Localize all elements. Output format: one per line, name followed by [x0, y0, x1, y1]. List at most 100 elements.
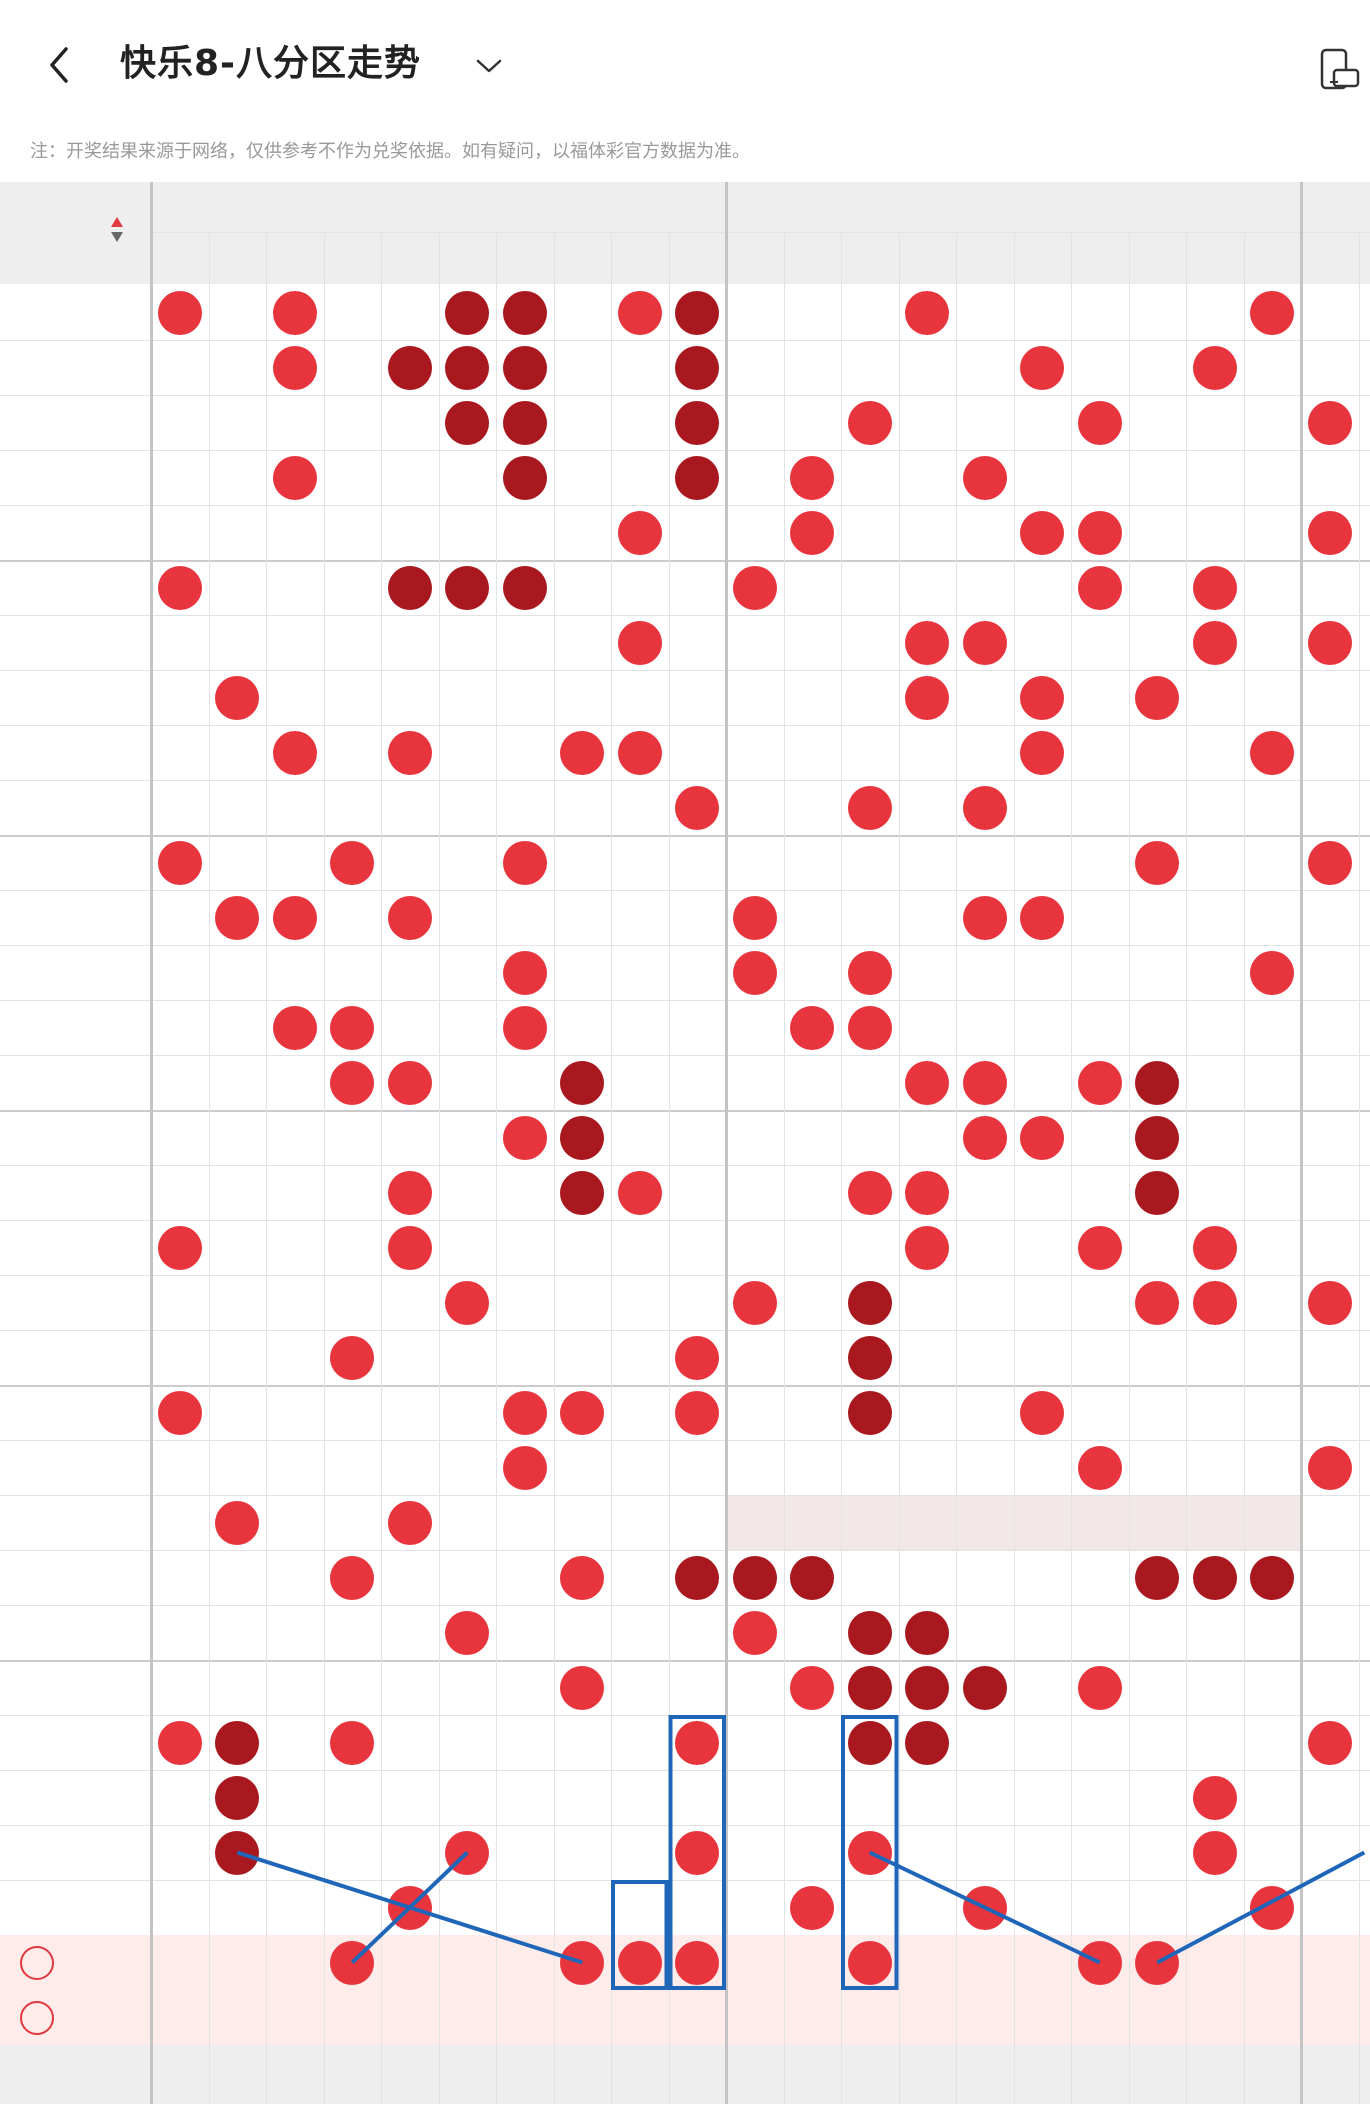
select-radio[interactable] [20, 2000, 54, 2035]
omission-count [899, 1880, 957, 1935]
omission-count [1129, 1605, 1187, 1660]
omission-count [324, 1275, 382, 1330]
omission-count [1129, 285, 1187, 340]
omission-count [439, 1495, 497, 1550]
omission-count [669, 1770, 727, 1825]
sort-icon[interactable] [110, 215, 124, 245]
drawn-ball [157, 840, 202, 885]
omission-count [1014, 1770, 1072, 1825]
omission-count [784, 340, 842, 395]
omission-count [841, 725, 899, 780]
omission-count [956, 725, 1014, 780]
omission-count [784, 1495, 842, 1550]
omission-count [1244, 780, 1302, 835]
omission-count [956, 1770, 1014, 1825]
drawn-ball [675, 455, 720, 500]
omission-count [784, 1330, 842, 1385]
omission-count [1244, 395, 1302, 450]
issue-number [0, 340, 118, 395]
issue-number [0, 890, 118, 945]
omission-count [266, 1880, 324, 1935]
omission-count [669, 1660, 727, 1715]
omission-count [1301, 1495, 1359, 1550]
selected-ball[interactable] [1135, 1940, 1180, 1985]
omission-count [151, 450, 209, 505]
omission-count [1129, 450, 1187, 505]
omission-count [439, 1660, 497, 1715]
omission-count [611, 340, 669, 395]
chevron-down-icon[interactable] [474, 54, 504, 78]
drawn-ball [157, 1225, 202, 1270]
omission-count [1014, 1605, 1072, 1660]
omission-count [899, 1825, 957, 1880]
omission-count [784, 670, 842, 725]
drawn-ball [1307, 510, 1352, 555]
selected-ball[interactable] [847, 1940, 892, 1985]
drawn-ball [330, 1335, 375, 1380]
chevron-left-icon[interactable] [40, 45, 80, 85]
drawn-ball [1192, 620, 1237, 665]
omission-count [496, 1715, 554, 1770]
omission-count [324, 505, 382, 560]
selected-ball[interactable] [617, 1940, 662, 1985]
omission-count [151, 1330, 209, 1385]
page-title[interactable]: 快乐8-八分区走势 [120, 40, 421, 88]
drawn-ball [1020, 895, 1065, 940]
omission-count [496, 1550, 554, 1605]
omission-count [611, 945, 669, 1000]
drawn-ball [330, 1005, 375, 1050]
omission-count [1244, 1385, 1302, 1440]
drawn-ball [502, 400, 547, 445]
omission-count [956, 945, 1014, 1000]
selected-ball[interactable] [560, 1940, 605, 1985]
omission-count [1071, 615, 1129, 670]
omission-count [554, 395, 612, 450]
omission-count [496, 1605, 554, 1660]
omission-count [611, 1440, 669, 1495]
omission-count [956, 1330, 1014, 1385]
omission-count [611, 670, 669, 725]
drawn-ball [675, 1390, 720, 1435]
omission-count [381, 835, 439, 890]
issue-number [0, 1550, 118, 1605]
drawn-ball [675, 1830, 720, 1875]
omission-count [381, 1825, 439, 1880]
select-radio[interactable] [20, 1945, 54, 1980]
drawn-ball [502, 1005, 547, 1050]
column-divider [496, 232, 497, 2104]
drawn-ball [1020, 1390, 1065, 1435]
omission-count [1071, 1495, 1129, 1550]
selected-ball[interactable] [330, 1940, 375, 1985]
omission-count [1301, 1550, 1359, 1605]
omission-count [554, 450, 612, 505]
omission-count [209, 1220, 267, 1275]
selected-ball[interactable] [675, 1940, 720, 1985]
omission-count [1244, 615, 1302, 670]
phone-portrait-icon[interactable] [1318, 48, 1362, 92]
drawn-ball [1135, 1060, 1180, 1105]
omission-count [841, 1110, 899, 1165]
omission-count [1129, 1660, 1187, 1715]
omission-count [899, 505, 957, 560]
drawn-ball [675, 785, 720, 830]
issue-number [0, 1440, 118, 1495]
drawn-ball [387, 1170, 432, 1215]
omission-count [1014, 1550, 1072, 1605]
omission-count [209, 450, 267, 505]
drawn-ball [847, 1005, 892, 1050]
omission-count [899, 945, 957, 1000]
omission-count [266, 1275, 324, 1330]
omission-count [554, 1880, 612, 1935]
omission-count [1129, 1440, 1187, 1495]
omission-count [554, 835, 612, 890]
drawn-ball [330, 1720, 375, 1765]
omission-count [324, 615, 382, 670]
selected-ball[interactable] [1077, 1940, 1122, 1985]
omission-count [554, 560, 612, 615]
omission-count [439, 890, 497, 945]
omission-count [1186, 1330, 1244, 1385]
omission-count [1129, 890, 1187, 945]
drawn-ball [1077, 565, 1122, 610]
drawn-ball [560, 1115, 605, 1160]
omission-count [1244, 1715, 1302, 1770]
